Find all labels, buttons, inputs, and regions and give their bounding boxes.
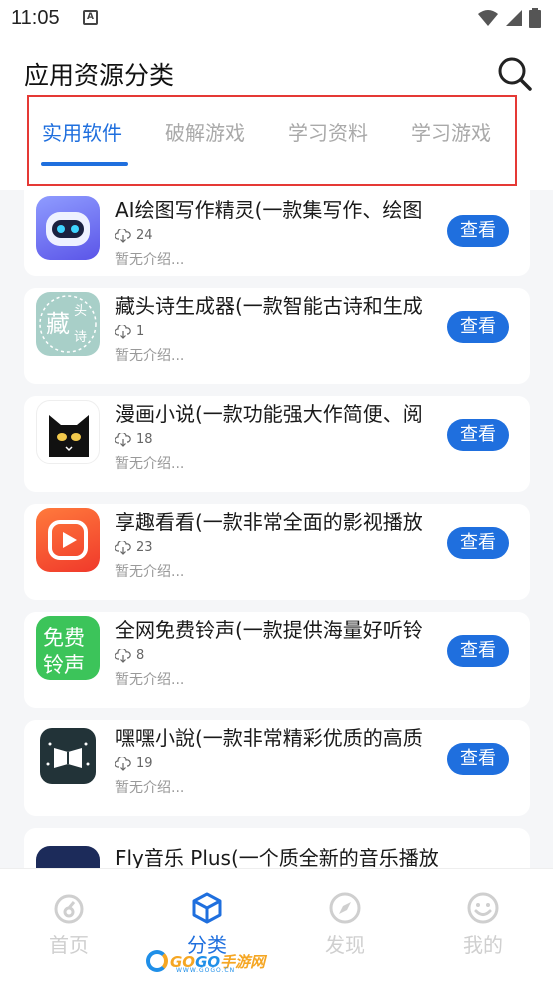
watermark-logo-icon xyxy=(146,950,168,972)
download-icon xyxy=(115,432,131,447)
nav-label: 我的 xyxy=(463,933,503,957)
poem-icon-char: 头 xyxy=(74,304,88,319)
app-name: AI绘图写作精灵(一款集写作、绘图 xyxy=(115,198,423,222)
app-description: 暂无介绍... xyxy=(115,456,185,472)
ringtone-app-icon: 免费 铃声 xyxy=(36,616,100,680)
download-count: 24 xyxy=(115,228,153,243)
watermark-logo: GOGO手游网 WWW.GOGO.CN xyxy=(146,948,265,974)
status-time: 11:05 xyxy=(11,7,60,29)
book-app-icon xyxy=(36,724,100,788)
download-icon xyxy=(115,756,131,771)
app-description: 暂无介绍... xyxy=(115,780,185,796)
view-button[interactable]: 查看 xyxy=(447,743,509,775)
bottom-nav: 首页 分类 发现 我的 xyxy=(0,868,553,984)
download-count: 18 xyxy=(115,432,153,447)
download-icon xyxy=(115,228,131,243)
signal-icon xyxy=(506,10,522,26)
download-count-value: 1 xyxy=(136,324,145,339)
list-item[interactable]: 免费 铃声 全网免费铃声(一款提供海量好听铃 8 暂无介绍... 查看 xyxy=(24,612,530,708)
view-button[interactable]: 查看 xyxy=(447,311,509,343)
app-name: 藏头诗生成器(一款智能古诗和生成 xyxy=(115,294,423,318)
app-description: 暂无介绍... xyxy=(115,564,185,580)
app-name: 全网免费铃声(一款提供海量好听铃 xyxy=(115,618,423,642)
header: 应用资源分类 实用软件 破解游戏 学习资料 学习游戏 xyxy=(0,38,553,190)
list-item[interactable]: Fly音乐 Plus(一个质全新的音乐播放 xyxy=(24,828,530,868)
compass-icon xyxy=(329,892,361,924)
list-item[interactable]: 漫画小说(一款功能强大作简便、阅 18 暂无介绍... 查看 xyxy=(24,396,530,492)
download-count-value: 24 xyxy=(136,228,153,243)
download-icon xyxy=(115,324,131,339)
music-app-icon xyxy=(36,846,100,868)
tab-study-materials[interactable]: 学习资料 xyxy=(288,117,368,146)
ringtone-icon-text: 免费 xyxy=(43,626,85,650)
view-button[interactable]: 查看 xyxy=(447,527,509,559)
wifi-icon xyxy=(478,10,498,26)
battery-icon xyxy=(529,8,541,28)
nav-discover[interactable]: 发现 xyxy=(305,891,385,958)
view-button[interactable]: 查看 xyxy=(447,215,509,247)
tab-learning-games[interactable]: 学习游戏 xyxy=(411,117,491,146)
download-count: 23 xyxy=(115,540,153,555)
download-count-value: 18 xyxy=(136,432,153,447)
home-icon xyxy=(54,894,84,924)
app-description: 暂无介绍... xyxy=(115,252,185,268)
ringtone-icon-text: 铃声 xyxy=(43,653,85,677)
notification-a-icon: A xyxy=(83,10,98,25)
poem-icon-char: 藏 xyxy=(46,310,70,338)
poem-icon-char: 诗 xyxy=(74,330,88,345)
download-icon xyxy=(115,648,131,663)
robot-app-icon xyxy=(36,196,100,260)
smile-icon xyxy=(467,892,499,924)
tab-indicator xyxy=(41,162,128,166)
search-icon xyxy=(498,57,532,91)
app-description: 暂无介绍... xyxy=(115,672,185,688)
view-button[interactable]: 查看 xyxy=(447,635,509,667)
app-name: Fly音乐 Plus(一个质全新的音乐播放 xyxy=(115,846,439,868)
tab-practical-software[interactable]: 实用软件 xyxy=(42,117,122,146)
app-name: 漫画小说(一款功能强大作简便、阅 xyxy=(115,402,423,426)
nav-label: 发现 xyxy=(325,933,365,957)
watermark-url: WWW.GOGO.CN xyxy=(176,967,236,974)
download-count: 19 xyxy=(115,756,153,771)
download-count-value: 8 xyxy=(136,648,145,663)
nav-home[interactable]: 首页 xyxy=(29,891,109,958)
download-count: 8 xyxy=(115,648,144,663)
search-button[interactable] xyxy=(495,54,535,94)
poem-app-icon: 藏 头 诗 xyxy=(36,292,100,356)
play-app-icon xyxy=(36,508,100,572)
download-count-value: 19 xyxy=(136,756,153,771)
nav-profile[interactable]: 我的 xyxy=(443,891,523,958)
view-button[interactable]: 查看 xyxy=(447,419,509,451)
cube-icon xyxy=(192,892,222,924)
list-item[interactable]: 享趣看看(一款非常全面的影视播放 23 暂无介绍... 查看 xyxy=(24,504,530,600)
app-list: AI绘图写作精灵(一款集写作、绘图 24 暂无介绍... 查看 藏 头 诗 藏头… xyxy=(0,190,553,868)
cat-app-icon xyxy=(36,400,100,464)
page-title: 应用资源分类 xyxy=(24,61,175,90)
list-item[interactable]: 藏 头 诗 藏头诗生成器(一款智能古诗和生成 1 暂无介绍... 查看 xyxy=(24,288,530,384)
app-description: 暂无介绍... xyxy=(115,348,185,364)
download-icon xyxy=(115,540,131,555)
app-name: 享趣看看(一款非常全面的影视播放 xyxy=(115,510,423,534)
nav-label: 首页 xyxy=(49,933,89,957)
list-item[interactable]: AI绘图写作精灵(一款集写作、绘图 24 暂无介绍... 查看 xyxy=(24,190,530,276)
category-tabs: 实用软件 破解游戏 学习资料 学习游戏 xyxy=(27,95,517,186)
tab-cracked-games[interactable]: 破解游戏 xyxy=(165,117,245,146)
download-count-value: 23 xyxy=(136,540,153,555)
status-bar: 11:05 A xyxy=(0,0,553,38)
download-count: 1 xyxy=(115,324,144,339)
status-icons xyxy=(477,8,541,28)
list-item[interactable]: 嘿嘿小說(一款非常精彩优质的高质 19 暂无介绍... 查看 xyxy=(24,720,530,816)
app-name: 嘿嘿小說(一款非常精彩优质的高质 xyxy=(115,726,423,750)
